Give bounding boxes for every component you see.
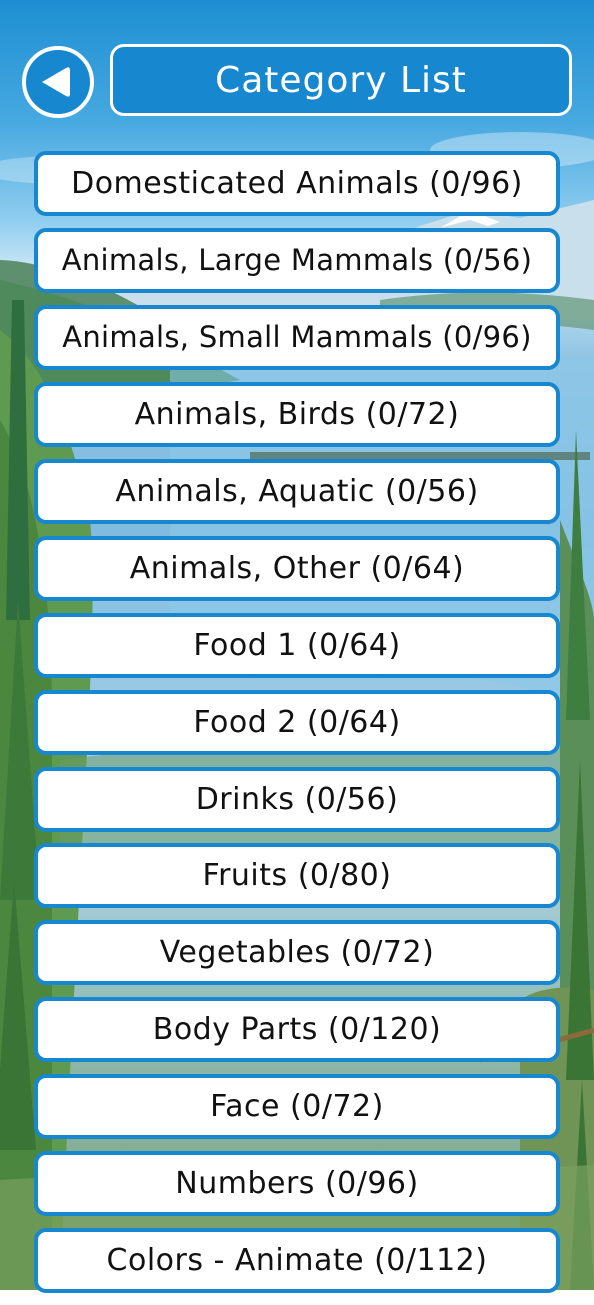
category-button-animals-other[interactable]: Animals, Other (0/64): [34, 535, 560, 601]
back-button[interactable]: [22, 46, 94, 118]
category-label: Animals, Small Mammals (0/96): [62, 320, 532, 355]
category-button-fruits[interactable]: Fruits (0/80): [34, 843, 560, 909]
back-arrow-icon: [42, 67, 70, 97]
category-label: Animals, Birds (0/72): [134, 396, 460, 432]
category-label: Numbers (0/96): [175, 1166, 419, 1202]
category-label: Animals, Large Mammals (0/56): [61, 243, 533, 278]
category-label: Fruits (0/80): [202, 858, 392, 894]
category-button-animals-small-mammals[interactable]: Animals, Small Mammals (0/96): [34, 304, 560, 370]
category-button-animals-birds[interactable]: Animals, Birds (0/72): [34, 381, 560, 447]
category-label: Vegetables (0/72): [159, 935, 435, 971]
category-button-vegetables[interactable]: Vegetables (0/72): [34, 920, 560, 986]
category-button-domesticated-animals[interactable]: Domesticated Animals (0/96): [34, 151, 560, 216]
category-button-colors-animate[interactable]: Colors - Animate (0/112): [34, 1228, 560, 1294]
category-label: Animals, Other (0/64): [129, 550, 465, 586]
category-button-face[interactable]: Face (0/72): [34, 1074, 560, 1140]
category-button-food-2[interactable]: Food 2 (0/64): [34, 689, 560, 755]
category-label: Drinks (0/56): [195, 781, 399, 817]
category-button-drinks[interactable]: Drinks (0/56): [34, 766, 560, 832]
category-list: Domesticated Animals (0/96) Animals, Lar…: [34, 151, 560, 1305]
category-button-food-1[interactable]: Food 1 (0/64): [34, 612, 560, 678]
header-title-box: Category List: [110, 44, 572, 116]
category-button-animals-aquatic[interactable]: Animals, Aquatic (0/56): [34, 458, 560, 524]
category-label: Food 2 (0/64): [193, 704, 401, 740]
category-button-animals-large-mammals[interactable]: Animals, Large Mammals (0/56): [34, 227, 560, 293]
category-label: Food 1 (0/64): [193, 627, 401, 663]
category-label: Colors - Animate (0/112): [106, 1243, 488, 1279]
category-label: Body Parts (0/120): [152, 1012, 442, 1048]
category-label: Domesticated Animals (0/96): [71, 166, 523, 201]
category-button-body-parts[interactable]: Body Parts (0/120): [34, 997, 560, 1063]
category-label: Face (0/72): [210, 1089, 384, 1125]
category-button-numbers[interactable]: Numbers (0/96): [34, 1151, 560, 1217]
page-title: Category List: [215, 59, 467, 101]
category-label: Animals, Aquatic (0/56): [115, 473, 479, 509]
